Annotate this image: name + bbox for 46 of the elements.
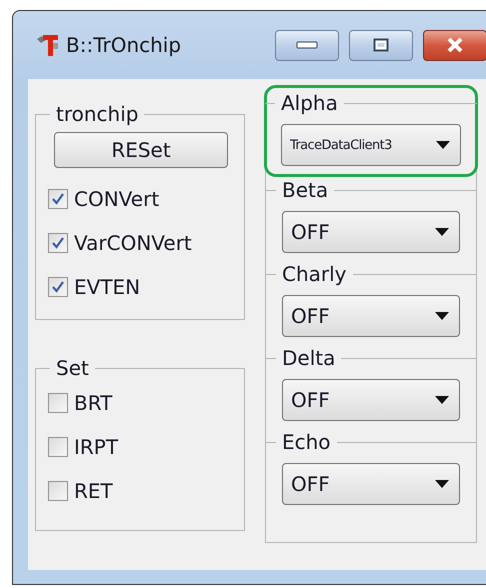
- dropdown-value: OFF: [291, 388, 331, 412]
- group-label: Beta: [282, 178, 328, 202]
- checkbox[interactable]: [48, 437, 68, 457]
- checkbox[interactable]: [48, 277, 68, 297]
- checkbox[interactable]: [48, 233, 68, 253]
- reset-button[interactable]: RESet: [54, 132, 228, 168]
- maximize-button[interactable]: [349, 30, 413, 60]
- check-icon: [51, 236, 65, 250]
- window-title: B::TrOnchip: [66, 33, 182, 57]
- caret-icon: [436, 141, 450, 149]
- group-label: Echo: [282, 430, 331, 454]
- group-label: Set: [55, 356, 90, 380]
- caret-icon: [435, 396, 449, 404]
- maximize-icon: [373, 38, 389, 52]
- app-icon: [36, 33, 60, 57]
- checkbox[interactable]: [48, 189, 68, 209]
- dropdown-value: OFF: [291, 220, 331, 244]
- dropdown-value: OFF: [291, 304, 331, 328]
- dropdown[interactable]: TraceDataClient3: [281, 124, 461, 166]
- group-label: Charly: [282, 262, 347, 286]
- checkbox[interactable]: [48, 393, 68, 413]
- dropdown[interactable]: OFF: [282, 463, 460, 505]
- close-icon: [446, 37, 464, 53]
- group-label: tronchip: [55, 102, 140, 126]
- checkbox-label[interactable]: VarCONVert: [74, 231, 192, 255]
- caret-icon: [435, 312, 449, 320]
- caret-icon: [435, 480, 449, 488]
- checkbox-label[interactable]: EVTEN: [74, 275, 140, 299]
- dropdown[interactable]: OFF: [282, 295, 460, 337]
- checkbox-label[interactable]: CONVert: [74, 187, 160, 211]
- caret-icon: [435, 228, 449, 236]
- check-icon: [51, 280, 65, 294]
- dropdown[interactable]: OFF: [282, 379, 460, 421]
- dropdown-value: OFF: [291, 472, 331, 496]
- dropdown-value: TraceDataClient3: [290, 138, 393, 152]
- checkbox-label[interactable]: IRPT: [74, 435, 118, 459]
- check-icon: [51, 192, 65, 206]
- close-button[interactable]: [423, 30, 486, 60]
- checkbox-label[interactable]: RET: [74, 479, 113, 503]
- minimize-icon: [296, 41, 318, 49]
- group-label: Alpha: [281, 91, 338, 115]
- group-label: Delta: [282, 346, 336, 370]
- checkbox-label[interactable]: BRT: [74, 391, 112, 415]
- checkbox[interactable]: [48, 481, 68, 501]
- minimize-button[interactable]: [275, 30, 339, 60]
- dropdown[interactable]: OFF: [282, 211, 460, 253]
